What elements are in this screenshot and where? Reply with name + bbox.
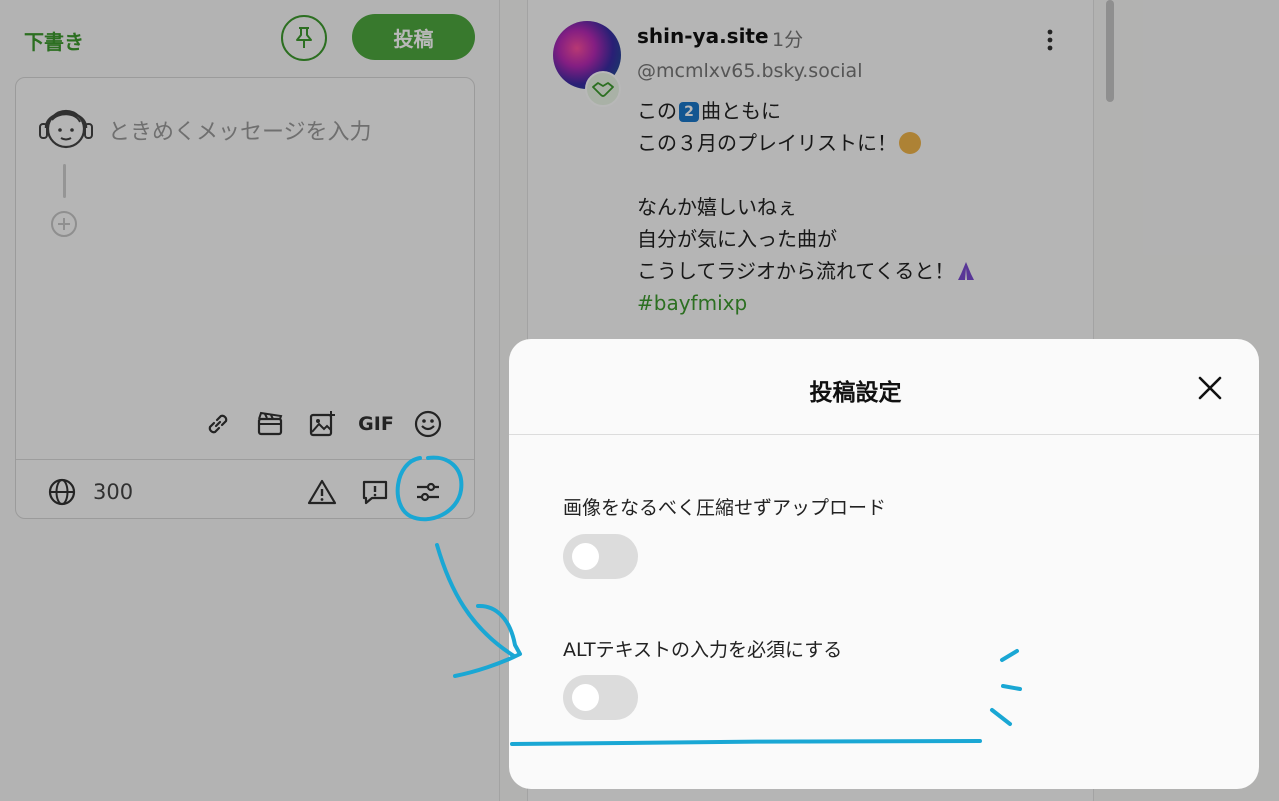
- setting-label-alt-required: ALTテキストの入力を必須にする: [563, 639, 843, 661]
- toggle-knob: [572, 543, 599, 570]
- close-icon[interactable]: [1195, 373, 1225, 403]
- compress-toggle[interactable]: [563, 534, 638, 579]
- dialog-header: 投稿設定: [509, 339, 1259, 435]
- post-settings-dialog: 投稿設定 画像をなるべく圧縮せずアップロード ALTテキストの入力を必須にする: [509, 339, 1259, 789]
- alt-required-toggle[interactable]: [563, 675, 638, 720]
- setting-label-compress: 画像をなるべく圧縮せずアップロード: [563, 497, 887, 519]
- toggle-knob: [572, 684, 599, 711]
- dialog-title: 投稿設定: [809, 380, 902, 406]
